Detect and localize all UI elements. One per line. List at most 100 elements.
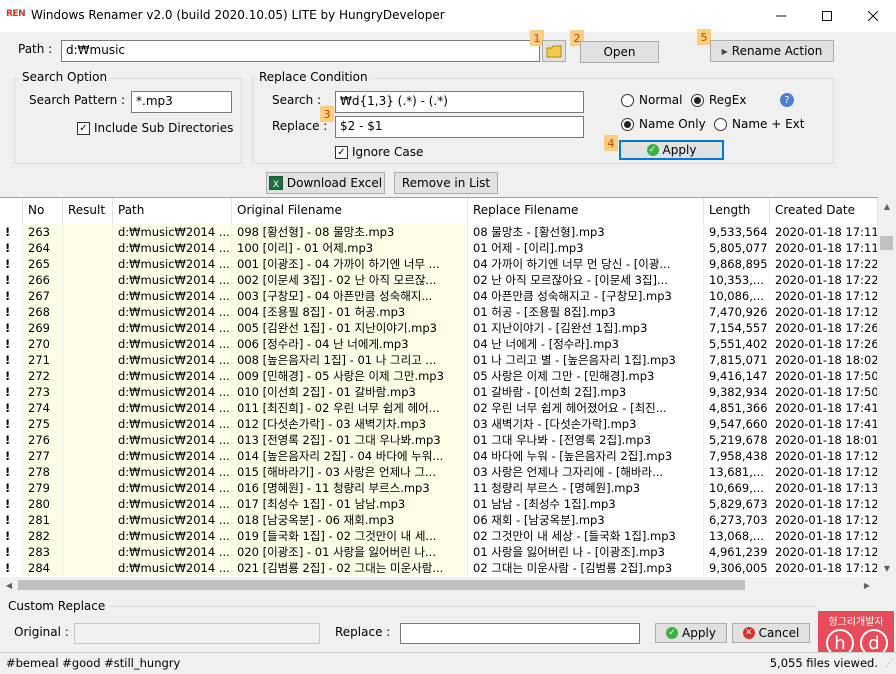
table-row[interactable]: ! 276 d:₩music₩2014 ... 013 [전영록 2집] - 01 그… <box>0 432 878 448</box>
table-row[interactable]: ! 282 d:₩music₩2014 ... 019 [들국화 1집] - 02 그… <box>0 528 878 544</box>
column-header-created-date[interactable]: Created Date <box>770 198 878 224</box>
close-button[interactable] <box>850 0 896 32</box>
row-length: 9,533,564 <box>704 224 770 240</box>
column-header-flag[interactable] <box>0 198 23 224</box>
row-flag: ! <box>0 256 23 272</box>
row-original-filename: 013 [전영록 2집] - 01 그대 우나봐.mp3 <box>232 432 468 448</box>
row-created-date: 2020-01-18 17:26:3 <box>770 320 878 336</box>
table-row[interactable]: ! 268 d:₩music₩2014 ... 004 [조용필 8집] - 01 허… <box>0 304 878 320</box>
table-row[interactable]: ! 278 d:₩music₩2014 ... 015 [해바라기] - 03 사랑은… <box>0 464 878 480</box>
row-flag: ! <box>0 272 23 288</box>
scroll-down-icon[interactable]: ▼ <box>878 561 896 575</box>
path-input[interactable]: d:₩music <box>61 40 540 62</box>
table-row[interactable]: ! 284 d:₩music₩2014 ... 021 [김범룡 2집] - 02 그… <box>0 560 878 576</box>
table-row[interactable]: ! 273 d:₩music₩2014 ... 010 [이선희 2집] - 01 갈… <box>0 384 878 400</box>
table-row[interactable]: ! 270 d:₩music₩2014 ... 006 [정수라] - 04 난 너에… <box>0 336 878 352</box>
row-replace-filename: 03 새벽기차 - [다섯손가락].mp3 <box>468 416 704 432</box>
regex-label: RegEx <box>709 93 747 107</box>
table-row[interactable]: ! 267 d:₩music₩2014 ... 003 [구창모] - 04 아픈만큼… <box>0 288 878 304</box>
remove-in-list-button[interactable]: Remove in List <box>394 172 498 194</box>
ignore-case-checkbox[interactable]: ✓ <box>335 146 348 159</box>
row-flag: ! <box>0 464 23 480</box>
row-original-filename: 004 [조용필 8집] - 01 허공.mp3 <box>232 304 468 320</box>
name-ext-radio[interactable] <box>714 118 727 131</box>
table-row[interactable]: ! 266 d:₩music₩2014 ... 002 [이문세 3집] - 02 난… <box>0 272 878 288</box>
browse-folder-button[interactable] <box>542 40 566 62</box>
replace-input[interactable]: $2 - $1 <box>335 116 584 138</box>
table-row[interactable]: ! 265 d:₩music₩2014 ... 001 [이광조] - 04 가까이 … <box>0 256 878 272</box>
search-regex-input[interactable]: ₩d{1,3} (.*) - (.*) <box>335 91 584 113</box>
regex-radio[interactable] <box>691 94 704 107</box>
column-header-original-filename[interactable]: Original Filename <box>232 198 468 224</box>
horizontal-scroll-thumb[interactable] <box>18 580 745 590</box>
row-original-filename: 012 [다섯손가락] - 03 새벽기차.mp3 <box>232 416 468 432</box>
excel-icon: X <box>268 176 283 190</box>
file-list-table[interactable]: No Result Path Original Filename Replace… <box>0 197 896 593</box>
column-header-length[interactable]: Length <box>704 198 770 224</box>
window-title: Windows Renamer v2.0 (build 2020.10.05) … <box>31 8 445 22</box>
table-row[interactable]: ! 272 d:₩music₩2014 ... 009 [민해경] - 05 사랑은 … <box>0 368 878 384</box>
normal-radio[interactable] <box>621 94 634 107</box>
scroll-up-icon[interactable]: ▲ <box>878 199 896 213</box>
table-row[interactable]: ! 275 d:₩music₩2014 ... 012 [다섯손가락] - 03 새벽… <box>0 416 878 432</box>
maximize-button[interactable] <box>804 0 850 32</box>
row-path: d:₩music₩2014 ... <box>113 352 232 368</box>
scroll-right-icon[interactable]: ▶ <box>860 578 874 592</box>
cancel-icon: ✕ <box>742 627 755 639</box>
table-row[interactable]: ! 281 d:₩music₩2014 ... 018 [남궁옥분] - 06 재회.… <box>0 512 878 528</box>
row-no: 268 <box>23 304 63 320</box>
folder-icon <box>546 45 562 57</box>
table-row[interactable]: ! 277 d:₩music₩2014 ... 014 [높은음자리 2집] - 04… <box>0 448 878 464</box>
table-row[interactable]: ! 283 d:₩music₩2014 ... 020 [이광조] - 01 사랑을 … <box>0 544 878 560</box>
table-row[interactable]: ! 269 d:₩music₩2014 ... 005 [김완선 1집] - 01 지… <box>0 320 878 336</box>
table-row[interactable]: ! 264 d:₩music₩2014 ... 100 [이리] - 01 어제.mp… <box>0 240 878 256</box>
row-original-filename: 014 [높은음자리 2집] - 04 바다에 누워... <box>232 448 468 464</box>
row-length: 5,829,673 <box>704 496 770 512</box>
row-original-filename: 015 [해바라기] - 03 사랑은 언제나 그... <box>232 464 468 480</box>
search-option-title: Search Option <box>19 70 111 84</box>
table-row[interactable]: ! 271 d:₩music₩2014 ... 008 [높은음자리 1집] - 01… <box>0 352 878 368</box>
table-row[interactable]: ! 279 d:₩music₩2014 ... 016 [명혜원] - 11 청량리 … <box>0 480 878 496</box>
open-button[interactable]: Open <box>580 41 659 63</box>
original-input[interactable] <box>74 623 320 644</box>
table-body: ! 263 d:₩music₩2014 ... 098 [황선형] - 08 물망초.… <box>0 224 878 576</box>
row-replace-filename: 02 그것만이 내 세상 - [들국화 1집].mp3 <box>468 528 704 544</box>
name-only-radio[interactable] <box>621 118 634 131</box>
row-result <box>63 528 113 544</box>
vertical-scroll-thumb[interactable] <box>880 236 893 250</box>
row-result <box>63 336 113 352</box>
apply-button[interactable]: ✓ Apply <box>619 140 724 160</box>
column-header-no[interactable]: No <box>23 198 63 224</box>
row-path: d:₩music₩2014 ... <box>113 448 232 464</box>
row-path: d:₩music₩2014 ... <box>113 288 232 304</box>
row-path: d:₩music₩2014 ... <box>113 544 232 560</box>
scroll-left-icon[interactable]: ◀ <box>2 578 16 592</box>
custom-replace-input[interactable] <box>400 623 640 644</box>
download-excel-button[interactable]: X Download Excel <box>266 172 385 194</box>
resize-grip-icon[interactable]: ⋰ <box>885 659 894 669</box>
row-replace-filename: 01 어제 - [이리].mp3 <box>468 240 704 256</box>
row-created-date: 2020-01-18 17:12:1 <box>770 448 878 464</box>
scroll-corner <box>878 577 896 593</box>
row-path: d:₩music₩2014 ... <box>113 336 232 352</box>
row-flag: ! <box>0 448 23 464</box>
row-created-date: 2020-01-18 17:12:1 <box>770 464 878 480</box>
table-row[interactable]: ! 274 d:₩music₩2014 ... 011 [최진희] - 02 우린 너… <box>0 400 878 416</box>
include-sub-checkbox[interactable]: ✓ <box>77 122 90 135</box>
help-icon[interactable]: ? <box>780 93 794 107</box>
column-header-result[interactable]: Result <box>63 198 113 224</box>
column-header-path[interactable]: Path <box>113 198 232 224</box>
table-row[interactable]: ! 280 d:₩music₩2014 ... 017 [최성수 1집] - 01 남… <box>0 496 878 512</box>
custom-apply-button[interactable]: ✓ Apply <box>655 623 727 643</box>
search-pattern-input[interactable]: *.mp3 <box>131 91 232 113</box>
minimize-button[interactable] <box>758 0 804 32</box>
rename-action-button[interactable]: ▶ Rename Action <box>710 40 834 62</box>
column-header-replace-filename[interactable]: Replace Filename <box>468 198 704 224</box>
row-length: 5,805,077 <box>704 240 770 256</box>
row-path: d:₩music₩2014 ... <box>113 272 232 288</box>
row-created-date: 2020-01-18 17:12:0 <box>770 528 878 544</box>
row-flag: ! <box>0 496 23 512</box>
table-row[interactable]: ! 263 d:₩music₩2014 ... 098 [황선형] - 08 물망초.… <box>0 224 878 240</box>
vertical-scrollbar[interactable]: ▲ ▼ <box>878 197 896 577</box>
custom-cancel-button[interactable]: ✕ Cancel <box>732 623 810 643</box>
